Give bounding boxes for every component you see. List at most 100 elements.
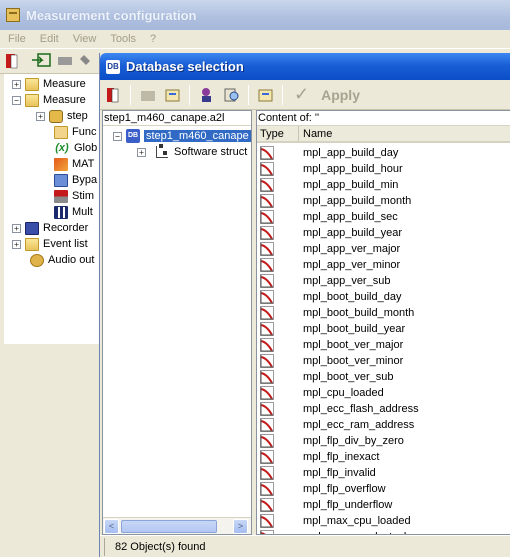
list-item[interactable]: mpl_flp_div_by_zero (257, 433, 510, 449)
tree-item-measurement[interactable]: + Measure (12, 76, 86, 92)
measurement-icon (260, 354, 274, 368)
tree-item-event-list[interactable]: + Event list (12, 236, 88, 252)
name-cell: mpl_max_cpu_loaded (303, 515, 411, 527)
column-headers: Type Name (257, 126, 510, 143)
tree-expander[interactable]: + (36, 111, 45, 121)
scroll-right-button[interactable]: > (233, 518, 248, 534)
stimulation-icon (54, 189, 68, 203)
list-item[interactable]: mpl_app_build_day (257, 145, 510, 161)
list-item[interactable]: mpl_ecc_ram_address (257, 417, 510, 433)
measurement-icon (260, 226, 274, 240)
tree-expander[interactable]: + (137, 147, 146, 157)
background-title-bar[interactable]: Measurement configuration (0, 0, 510, 30)
object-count: 82 Object(s) found (104, 537, 206, 556)
tree-item-func[interactable]: Func (50, 124, 96, 140)
tree-node-software-structure[interactable]: + Software struct (137, 144, 247, 160)
menu-tools[interactable]: Tools (110, 33, 136, 45)
type-cell (257, 402, 299, 416)
tree-item-label: Stim (72, 190, 94, 202)
tree-item-stim[interactable]: Stim (50, 188, 94, 204)
name-cell: mpl_ecc_ram_address (303, 419, 415, 431)
properties-button[interactable] (162, 84, 184, 106)
database-path: step1_m460_canape.a2l (103, 111, 251, 126)
list-item[interactable]: mpl_app_ver_sub (257, 273, 510, 289)
tree-item-recorder[interactable]: + Recorder (12, 220, 88, 236)
list-item[interactable]: mpl_boot_build_month (257, 305, 510, 321)
menu-help[interactable]: ? (150, 33, 156, 45)
measurement-icon (260, 466, 274, 480)
list-item[interactable]: mpl_ecc_flash_address (257, 401, 510, 417)
name-cell: mpl_flp_invalid (303, 467, 376, 479)
apply-button[interactable]: Apply (321, 87, 360, 103)
exit-icon (107, 87, 119, 102)
tree-expander[interactable]: + (12, 239, 21, 249)
properties-icon (165, 89, 180, 101)
type-cell (257, 226, 299, 240)
dialog-toolbar: ✓ Apply (100, 80, 510, 110)
name-cell: mpl_app_build_min (303, 179, 399, 191)
structure-icon (156, 144, 168, 158)
tree-item-mult[interactable]: Mult (50, 204, 93, 220)
tree-node-label: step1_m460_canape (144, 130, 251, 142)
list-item[interactable]: mpl_boot_ver_major (257, 337, 510, 353)
tree-item-audio-out[interactable]: Audio out (26, 252, 94, 268)
name-cell: mpl_app_build_sec (303, 211, 398, 223)
list-item[interactable]: mpl_app_build_sec (257, 209, 510, 225)
column-header-name[interactable]: Name (299, 126, 510, 141)
matlab-icon (54, 157, 68, 171)
type-cell (257, 322, 299, 336)
scroll-left-button[interactable]: < (104, 518, 119, 534)
dialog-title-bar[interactable]: DB Database selection (100, 53, 510, 80)
horizontal-scrollbar[interactable]: < > (103, 517, 251, 534)
tree-expander[interactable]: − (113, 131, 122, 141)
tree-node-database-root[interactable]: − DB step1_m460_canape (113, 128, 251, 144)
filter-button[interactable] (196, 84, 218, 106)
folder-button[interactable] (137, 84, 159, 106)
search-button[interactable] (221, 84, 243, 106)
measurement-icon (260, 418, 274, 432)
pin-icon (80, 55, 90, 65)
type-cell (257, 306, 299, 320)
tree-expander[interactable]: − (12, 95, 21, 105)
list-item[interactable]: mpl_boot_build_day (257, 289, 510, 305)
tree-item-glob[interactable]: (x) Glob (50, 140, 97, 156)
column-header-type[interactable]: Type (257, 126, 299, 141)
menu-edit[interactable]: Edit (40, 33, 59, 45)
object-list: mpl_app_build_day mpl_app_build_hour mpl_a… (257, 145, 510, 534)
list-item[interactable]: mpl_app_build_min (257, 177, 510, 193)
list-item[interactable]: mpl_max_used_stack (257, 529, 510, 534)
tree-item-bypa[interactable]: Bypa (50, 172, 97, 188)
list-item[interactable]: mpl_cpu_loaded (257, 385, 510, 401)
tree-item-mat[interactable]: MAT (50, 156, 94, 172)
tree-expander[interactable]: + (12, 223, 21, 233)
measurement-icon (260, 450, 274, 464)
list-item[interactable]: mpl_max_cpu_loaded (257, 513, 510, 529)
list-item[interactable]: mpl_app_build_hour (257, 161, 510, 177)
name-cell: mpl_boot_build_month (303, 307, 415, 319)
list-item[interactable]: mpl_boot_ver_minor (257, 353, 510, 369)
close-button[interactable] (103, 84, 125, 106)
settings-button[interactable] (255, 84, 277, 106)
list-item[interactable]: mpl_flp_invalid (257, 465, 510, 481)
measurement-icon (260, 146, 274, 160)
menu-view[interactable]: View (73, 33, 97, 45)
tree-item-step[interactable]: + step (36, 108, 88, 124)
tree-item-label: Mult (72, 206, 93, 218)
tree-expander[interactable]: + (12, 79, 21, 89)
list-item[interactable]: mpl_flp_inexact (257, 449, 510, 465)
list-item[interactable]: mpl_app_ver_major (257, 241, 510, 257)
list-item[interactable]: mpl_boot_ver_sub (257, 369, 510, 385)
list-item[interactable]: mpl_flp_underflow (257, 497, 510, 513)
type-cell (257, 514, 299, 528)
type-cell (257, 530, 299, 534)
list-item[interactable]: mpl_app_build_year (257, 225, 510, 241)
type-cell (257, 210, 299, 224)
scrollbar-thumb[interactable] (121, 519, 217, 533)
list-item[interactable]: mpl_flp_overflow (257, 481, 510, 497)
type-cell (257, 146, 299, 160)
list-item[interactable]: mpl_app_build_month (257, 193, 510, 209)
tree-item-measurement-setup[interactable]: − Measure (12, 92, 86, 108)
menu-file[interactable]: File (8, 33, 26, 45)
list-item[interactable]: mpl_boot_build_year (257, 321, 510, 337)
list-item[interactable]: mpl_app_ver_minor (257, 257, 510, 273)
